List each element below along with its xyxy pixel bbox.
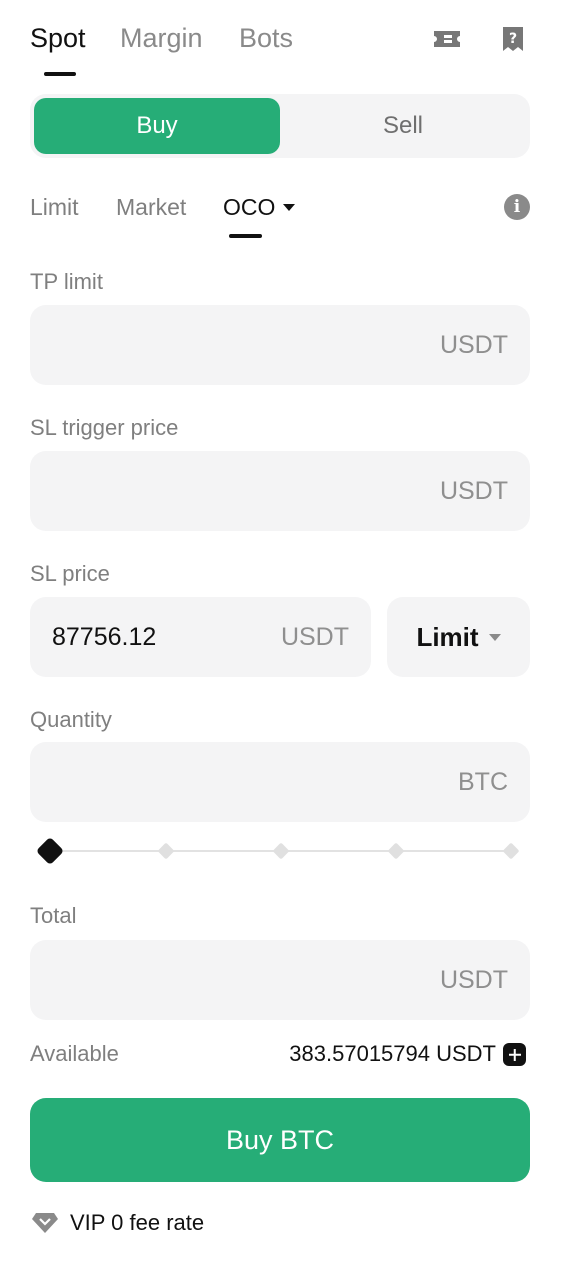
- quantity-unit: BTC: [458, 768, 508, 796]
- diamond-icon: [30, 1211, 60, 1235]
- tp-limit-input[interactable]: USDT: [30, 305, 530, 385]
- sl-trigger-price-label: SL trigger price: [30, 415, 179, 440]
- tab-bots[interactable]: Bots: [239, 20, 293, 56]
- sl-price-value: 87756.12: [52, 623, 157, 651]
- caret-down-icon: [283, 203, 296, 211]
- available-balance-row: Available 383.57015794 USDT: [30, 1040, 530, 1070]
- sl-trigger-price-input[interactable]: USDT: [30, 451, 530, 531]
- trade-mode-tabs: Spot Margin Bots ?: [30, 20, 532, 80]
- ticket-icon[interactable]: [432, 24, 462, 54]
- tab-margin[interactable]: Margin: [120, 20, 203, 56]
- slider-stop-50[interactable]: [272, 842, 290, 860]
- sell-side-button[interactable]: Sell: [280, 98, 526, 154]
- sl-trigger-price-unit: USDT: [439, 477, 508, 505]
- active-tab-indicator: [44, 72, 76, 76]
- tp-limit-label: TP limit: [30, 269, 103, 294]
- info-icon[interactable]: i: [504, 194, 530, 220]
- quantity-input[interactable]: BTC: [30, 742, 530, 822]
- slider-stop-75[interactable]: [387, 842, 405, 860]
- order-type-tabs: Limit Market OCO i: [30, 190, 532, 242]
- sl-price-unit: USDT: [280, 623, 349, 651]
- chevron-down-icon: [488, 633, 501, 641]
- tab-spot[interactable]: Spot: [30, 20, 86, 56]
- vip-fee-rate-label: VIP 0 fee rate: [70, 1210, 205, 1235]
- total-label: Total: [30, 903, 77, 928]
- buy-btc-button[interactable]: Buy BTC: [30, 1098, 530, 1182]
- quantity-slider[interactable]: [35, 836, 520, 866]
- sl-price-type-label: Limit: [416, 621, 479, 652]
- order-type-market[interactable]: Market: [116, 192, 186, 222]
- help-document-icon[interactable]: ?: [498, 24, 528, 54]
- sl-price-label: SL price: [30, 561, 110, 586]
- order-type-oco[interactable]: OCO: [223, 192, 296, 222]
- slider-stop-100[interactable]: [502, 842, 520, 860]
- sl-price-type-dropdown[interactable]: Limit: [387, 597, 530, 677]
- vip-fee-rate[interactable]: VIP 0 fee rate: [30, 1208, 204, 1238]
- sl-price-input[interactable]: 87756.12 USDT: [30, 597, 371, 677]
- total-input[interactable]: USDT: [30, 940, 530, 1020]
- svg-text:?: ?: [509, 31, 517, 47]
- available-value: 383.57015794 USDT: [289, 1041, 496, 1066]
- buy-side-button[interactable]: Buy: [34, 98, 280, 154]
- slider-stop-25[interactable]: [157, 842, 175, 860]
- total-unit: USDT: [439, 966, 508, 994]
- available-label: Available: [30, 1041, 119, 1066]
- slider-handle[interactable]: [35, 836, 65, 866]
- add-funds-icon[interactable]: [503, 1043, 526, 1066]
- buy-sell-toggle: Buy Sell: [30, 94, 530, 158]
- order-type-limit[interactable]: Limit: [30, 192, 79, 222]
- quantity-label: Quantity: [30, 707, 112, 732]
- active-order-type-indicator: [229, 234, 262, 238]
- tp-limit-unit: USDT: [439, 331, 508, 359]
- order-type-oco-label: OCO: [223, 194, 276, 220]
